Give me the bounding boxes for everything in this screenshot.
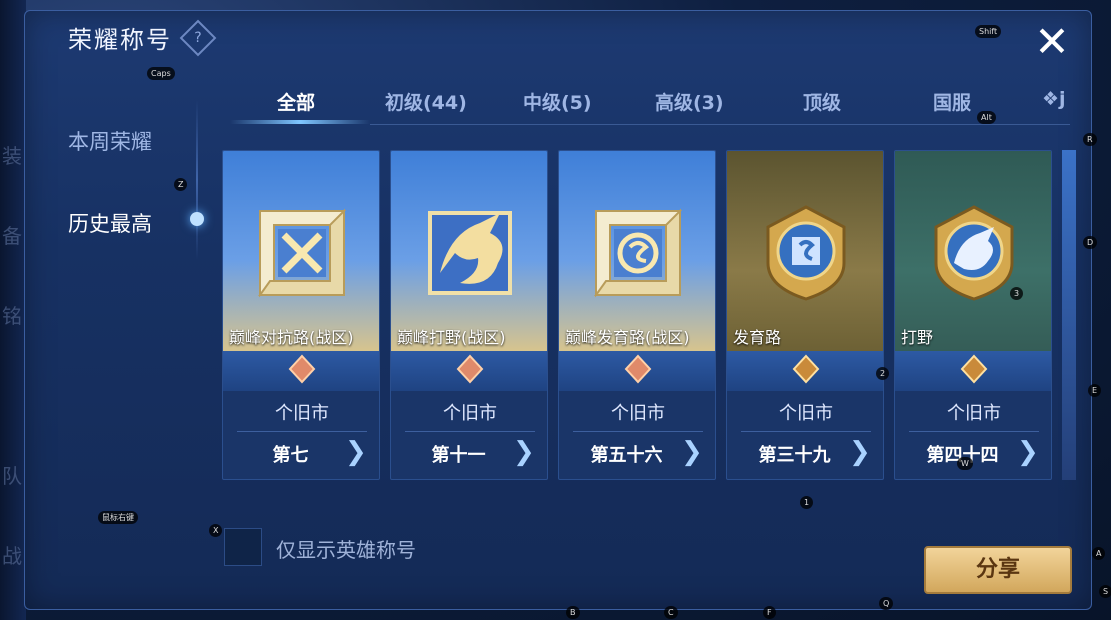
chevron-right-icon[interactable]: ❯	[849, 437, 871, 467]
next-card-peek[interactable]	[1062, 150, 1076, 480]
chevron-right-icon[interactable]: ❯	[1017, 437, 1039, 467]
key-hint: 鼠标右键	[98, 511, 138, 524]
side-glyph: 战	[2, 544, 22, 568]
key-hint: B	[566, 606, 580, 619]
key-hint: 1	[800, 496, 814, 509]
tab-beginner[interactable]: 初级(44)	[385, 88, 467, 115]
key-hint: E	[1088, 384, 1102, 397]
title-card[interactable]: 巅峰对抗路(战区) 个旧市 第七 ❯	[222, 150, 380, 480]
side-tab-indicator	[190, 212, 204, 226]
tab-all[interactable]: 全部	[277, 88, 315, 115]
rank-gem-icon	[792, 354, 820, 384]
card-divider	[909, 431, 1039, 432]
title-card[interactable]: 巅峰打野(战区) 个旧市 第十一 ❯	[390, 150, 548, 480]
key-hint: Caps	[147, 67, 175, 80]
key-hint: D	[1083, 236, 1098, 249]
cross-swords-icon	[258, 208, 346, 298]
card-title-name: 巅峰发育路(战区)	[565, 328, 690, 347]
card-divider	[741, 431, 871, 432]
side-glyph: 备	[2, 224, 22, 248]
key-hint: F	[763, 606, 776, 619]
card-title-name: 巅峰对抗路(战区)	[229, 328, 354, 347]
key-hint: Alt	[977, 111, 996, 124]
tab-divider	[370, 124, 1070, 125]
card-rank: 第三十九	[758, 445, 831, 466]
card-rank: 第十一	[431, 445, 486, 466]
key-hint: 3	[1010, 287, 1024, 300]
chevron-right-icon[interactable]: ❯	[681, 437, 703, 467]
key-hint: Shift	[975, 25, 1002, 38]
hero-title-filter-label[interactable]: 仅显示英雄称号	[276, 534, 416, 563]
side-tab-divider	[196, 100, 198, 260]
card-title-name: 巅峰打野(战区)	[397, 328, 506, 347]
card-divider	[405, 431, 535, 432]
side-glyph: 铭	[2, 304, 22, 328]
side-glyph: 装	[2, 144, 22, 168]
card-rank: 第五十六	[590, 445, 663, 466]
card-divider	[237, 431, 367, 432]
key-hint: C	[664, 606, 678, 619]
tab-national[interactable]: 国服	[933, 88, 971, 115]
key-hint: S	[1099, 585, 1111, 598]
title-card[interactable]: 巅峰发育路(战区) 个旧市 第五十六 ❯	[558, 150, 716, 480]
active-tab-underline	[230, 120, 370, 124]
tab-advanced[interactable]: 高级(3)	[655, 88, 724, 115]
key-hint: Q	[879, 597, 894, 610]
rank-gem-icon	[456, 354, 484, 384]
side-glyph: 队	[2, 464, 22, 488]
tab-top[interactable]: 顶级	[803, 88, 841, 115]
card-region: 个旧市	[779, 403, 833, 424]
rank-gem-icon	[288, 354, 316, 384]
hero-title-filter-checkbox[interactable]	[224, 528, 262, 566]
card-region: 个旧市	[611, 403, 665, 424]
card-rank: 第七	[272, 445, 309, 466]
side-tab-history-best[interactable]: 历史最高	[68, 208, 152, 238]
share-button[interactable]: 分享	[924, 546, 1072, 594]
dragon-shield-icon	[934, 205, 1014, 301]
close-icon[interactable]: ✕	[1032, 21, 1072, 63]
card-title-name: 打野	[901, 328, 934, 347]
card-region: 个旧市	[947, 403, 1001, 424]
left-edge-menu: 装 备 铭 队 战	[0, 0, 26, 620]
tab-more[interactable]: ❖j	[1042, 88, 1066, 110]
side-tab-weekly[interactable]: 本周荣耀	[68, 126, 152, 156]
key-hint: W	[957, 457, 973, 470]
key-hint: 2	[876, 367, 890, 380]
title-card[interactable]: 打野 个旧市 第四十四 ❯	[894, 150, 1052, 480]
card-region: 个旧市	[275, 403, 329, 424]
rank-gem-icon	[960, 354, 988, 384]
dragon-icon	[428, 211, 512, 295]
panel-title: 荣耀称号	[68, 26, 172, 54]
title-card[interactable]: 发育路 个旧市 第三十九 ❯	[726, 150, 884, 480]
rank-gem-icon	[624, 354, 652, 384]
card-divider	[573, 431, 703, 432]
s-coin-icon	[594, 208, 682, 298]
card-region: 个旧市	[443, 403, 497, 424]
key-hint: R	[1083, 133, 1097, 146]
chevron-right-icon[interactable]: ❯	[513, 437, 535, 467]
s-shield-icon	[766, 205, 846, 301]
tab-intermediate[interactable]: 中级(5)	[523, 88, 592, 115]
card-title-name: 发育路	[733, 328, 782, 347]
chevron-right-icon[interactable]: ❯	[345, 437, 367, 467]
help-glyph: ?	[194, 30, 202, 46]
